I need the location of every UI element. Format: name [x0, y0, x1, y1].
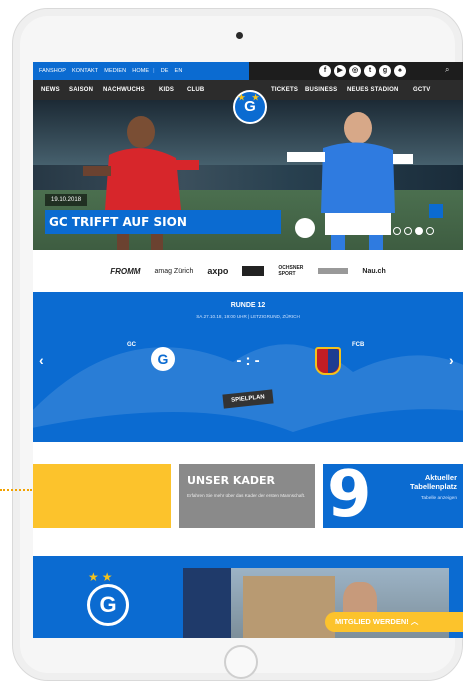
utility-links: FANSHOP KONTAKT MEDIEN HOME | DE EN: [33, 62, 249, 80]
kader-tile[interactable]: UNSER KADER Erfahren Sie mehr über das K…: [179, 464, 315, 528]
kader-text: Erfahren Sie mehr über das Kader der ers…: [187, 493, 306, 498]
lang-de[interactable]: DE: [161, 68, 169, 74]
sponsor-bar: FROMM amag Zürich axpo OCHSNER SPORT Nau…: [33, 250, 463, 292]
nav-tickets[interactable]: TICKETS: [271, 80, 298, 100]
match-section: RUNDE 12 SA.27.10.18, 19:00 UHR | LETZIG…: [33, 292, 463, 442]
mitglied-werden-button[interactable]: MITGLIED WERDEN! ︿: [325, 612, 463, 632]
snapchat-icon[interactable]: ♠: [394, 65, 406, 77]
dotted-indicator: [0, 489, 32, 491]
round-label: RUNDE 12: [230, 302, 266, 309]
social-icons: f ▶ ◎ t g ♠: [319, 65, 406, 77]
match-info: SA.27.10.18, 19:00 UHR | LETZIGRUND, ZÜR…: [196, 314, 300, 319]
star-icon: ★: [238, 93, 246, 102]
club-logo[interactable]: ★ ★ G: [233, 90, 267, 124]
top-bar: FANSHOP KONTAKT MEDIEN HOME | DE EN f ▶ …: [33, 62, 463, 80]
sponsor-logo[interactable]: [242, 266, 265, 276]
team-away: FCB: [352, 342, 365, 348]
mitglied-label: MITGLIED WERDEN!: [335, 617, 409, 626]
table-position: 9: [327, 464, 372, 528]
team-home: GC: [127, 342, 136, 348]
hero-title[interactable]: GC TRIFFT AUF SION: [45, 210, 281, 234]
camera: [236, 32, 243, 39]
sponsor-logo[interactable]: [318, 268, 349, 274]
sponsor-nau[interactable]: Nau.ch: [362, 268, 385, 275]
slider-dots: [393, 227, 434, 235]
main-nav: NEWS SAISON NACHWUCHS KIDS CLUB TICKETS …: [33, 80, 463, 124]
table-link[interactable]: Tabelle anzeigen: [421, 496, 457, 501]
tiles-row: UNSER KADER Erfahren Sie mehr über das K…: [33, 442, 463, 556]
sponsor-fromm[interactable]: FROMM: [110, 267, 140, 276]
building: [243, 576, 335, 638]
kader-title: UNSER KADER: [187, 474, 276, 487]
slider-dot[interactable]: [426, 227, 434, 235]
stadium-icon-panel: [183, 568, 231, 638]
googleplus-icon[interactable]: g: [379, 65, 391, 77]
separator: |: [153, 68, 155, 74]
sponsor-amag[interactable]: amag Zürich: [154, 268, 193, 275]
nav-business[interactable]: BUSINESS: [305, 80, 337, 100]
nav-neues-stadion[interactable]: NEUES STADION: [347, 80, 399, 100]
hero-date: 19.10.2018: [45, 194, 88, 206]
sponsor-ochsner[interactable]: OCHSNER SPORT: [278, 265, 304, 277]
table-title: Aktueller Tabellenplatz: [410, 473, 457, 491]
stars-icon: ★★: [88, 570, 116, 584]
nav-gctv[interactable]: GCTV: [413, 80, 430, 100]
link-medien[interactable]: MEDIEN: [104, 68, 126, 74]
membership-section: ★★ G MITGLIED WERDEN! ︿: [33, 556, 463, 638]
lang-en[interactable]: EN: [175, 68, 183, 74]
instagram-icon[interactable]: ◎: [349, 65, 361, 77]
slider-dot[interactable]: [393, 227, 401, 235]
star-icon: ★: [252, 93, 260, 102]
slider-dot[interactable]: [404, 227, 412, 235]
slider-thumb[interactable]: [429, 204, 443, 218]
promo-tile[interactable]: [33, 464, 171, 528]
table-tile[interactable]: 9 Aktueller Tabellenplatz Tabelle anzeig…: [323, 464, 463, 528]
youtube-icon[interactable]: ▶: [334, 65, 346, 77]
facebook-icon[interactable]: f: [319, 65, 331, 77]
griffin-watermark: [33, 344, 463, 432]
chevron-up-icon: ︿: [410, 617, 419, 626]
nav-saison[interactable]: SAISON: [69, 80, 93, 100]
score: - : -: [236, 352, 260, 369]
home-button[interactable]: [224, 645, 258, 679]
link-home[interactable]: HOME: [132, 68, 149, 74]
link-kontakt[interactable]: KONTAKT: [72, 68, 98, 74]
twitter-icon[interactable]: t: [364, 65, 376, 77]
nav-news[interactable]: NEWS: [41, 80, 60, 100]
link-fanshop[interactable]: FANSHOP: [39, 68, 66, 74]
nav-nachwuchs[interactable]: NACHWUCHS: [103, 80, 145, 100]
sponsor-axpo[interactable]: axpo: [207, 266, 228, 276]
search-icon[interactable]: ⌕: [445, 65, 449, 75]
slider-dot-active[interactable]: [415, 227, 423, 235]
nav-kids[interactable]: KIDS: [159, 80, 174, 100]
nav-club[interactable]: CLUB: [187, 80, 204, 100]
screen: FANSHOP KONTAKT MEDIEN HOME | DE EN f ▶ …: [33, 62, 463, 638]
fcb-logo: [315, 347, 341, 375]
gc-logo-large: G: [87, 584, 129, 626]
